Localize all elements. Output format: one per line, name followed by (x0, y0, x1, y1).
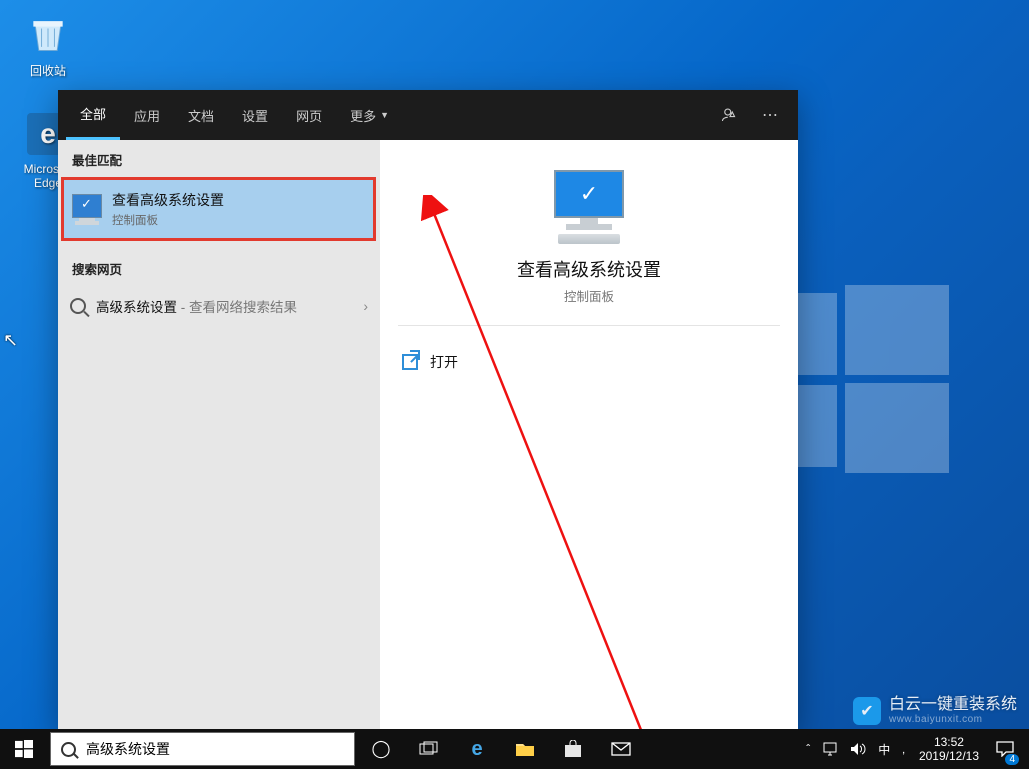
tab-settings[interactable]: 设置 (228, 90, 282, 140)
recycle-bin-icon (24, 10, 72, 58)
tab-apps[interactable]: 应用 (120, 90, 174, 140)
start-button[interactable] (0, 729, 48, 769)
action-center-button[interactable]: 4 (987, 729, 1023, 769)
task-view-button[interactable] (405, 729, 453, 769)
detail-subtitle: 控制面板 (380, 286, 798, 305)
web-search-result[interactable]: 高级系统设置 - 查看网络搜索结果 › (58, 286, 380, 326)
open-icon (402, 354, 418, 370)
notification-badge: 4 (1005, 754, 1019, 765)
taskbar-app-edge[interactable]: e (453, 729, 501, 769)
taskbar-clock[interactable]: 13:522019/12/13 (911, 735, 987, 764)
system-tray: ˆ 中 ‚ 13:522019/12/13 4 (800, 729, 1029, 769)
tray-ime-mode[interactable]: ‚ (896, 729, 911, 769)
search-results-list: 最佳匹配 查看高级系统设置 控制面板 搜索网页 高级系统设置 - 查看网络搜索结… (58, 140, 380, 730)
taskbar-search-input[interactable] (86, 741, 344, 757)
search-filter-tabs: 全部 应用 文档 设置 网页 更多 ▼ ⋯ (58, 90, 798, 140)
watermark: ✔ 白云一键重装系统 www.baiyunxit.com (853, 696, 1017, 725)
result-title: 查看高级系统设置 (112, 190, 224, 210)
tray-network-icon[interactable] (816, 729, 844, 769)
system-settings-icon (72, 194, 102, 225)
section-best-match: 最佳匹配 (58, 140, 380, 177)
search-icon (61, 742, 76, 757)
tab-web[interactable]: 网页 (282, 90, 336, 140)
search-detail-pane: ✓ 查看高级系统设置 控制面板 打开 (380, 140, 798, 730)
desktop-icon-recycle-bin[interactable]: 回收站 (10, 10, 86, 79)
open-label: 打开 (430, 352, 458, 372)
section-search-web: 搜索网页 (58, 249, 380, 286)
taskbar-app-explorer[interactable] (501, 729, 549, 769)
detail-title: 查看高级系统设置 (380, 256, 798, 282)
search-icon (70, 298, 86, 314)
system-settings-large-icon: ✓ (549, 170, 629, 244)
tray-volume-icon[interactable] (844, 729, 872, 769)
taskbar-app-store[interactable] (549, 729, 597, 769)
feedback-icon[interactable] (710, 90, 750, 140)
tray-chevron-up-icon[interactable]: ˆ (800, 729, 816, 769)
tab-documents[interactable]: 文档 (174, 90, 228, 140)
best-match-result[interactable]: 查看高级系统设置 控制面板 (61, 177, 376, 241)
mouse-cursor: ↖ (3, 330, 18, 351)
start-search-panel: 全部 应用 文档 设置 网页 更多 ▼ ⋯ 最佳匹配 查看高级系统设置 控制面板… (58, 90, 798, 730)
more-options-icon[interactable]: ⋯ (750, 90, 790, 140)
taskbar-app-mail[interactable] (597, 729, 645, 769)
taskbar-search-box[interactable] (50, 732, 355, 766)
tab-more[interactable]: 更多 ▼ (336, 90, 403, 140)
cortana-button[interactable]: ◯ (357, 729, 405, 769)
tab-all[interactable]: 全部 (66, 90, 120, 140)
desktop-icon-label: 回收站 (10, 62, 86, 79)
open-action[interactable]: 打开 (380, 346, 798, 378)
watermark-logo-icon: ✔ (853, 697, 881, 725)
chevron-right-icon: › (363, 298, 368, 314)
result-subtitle: 控制面板 (112, 212, 224, 228)
tray-ime-language[interactable]: 中 (872, 729, 896, 769)
taskbar: ◯ e ˆ 中 ‚ 13:522019/12/13 4 (0, 729, 1029, 769)
